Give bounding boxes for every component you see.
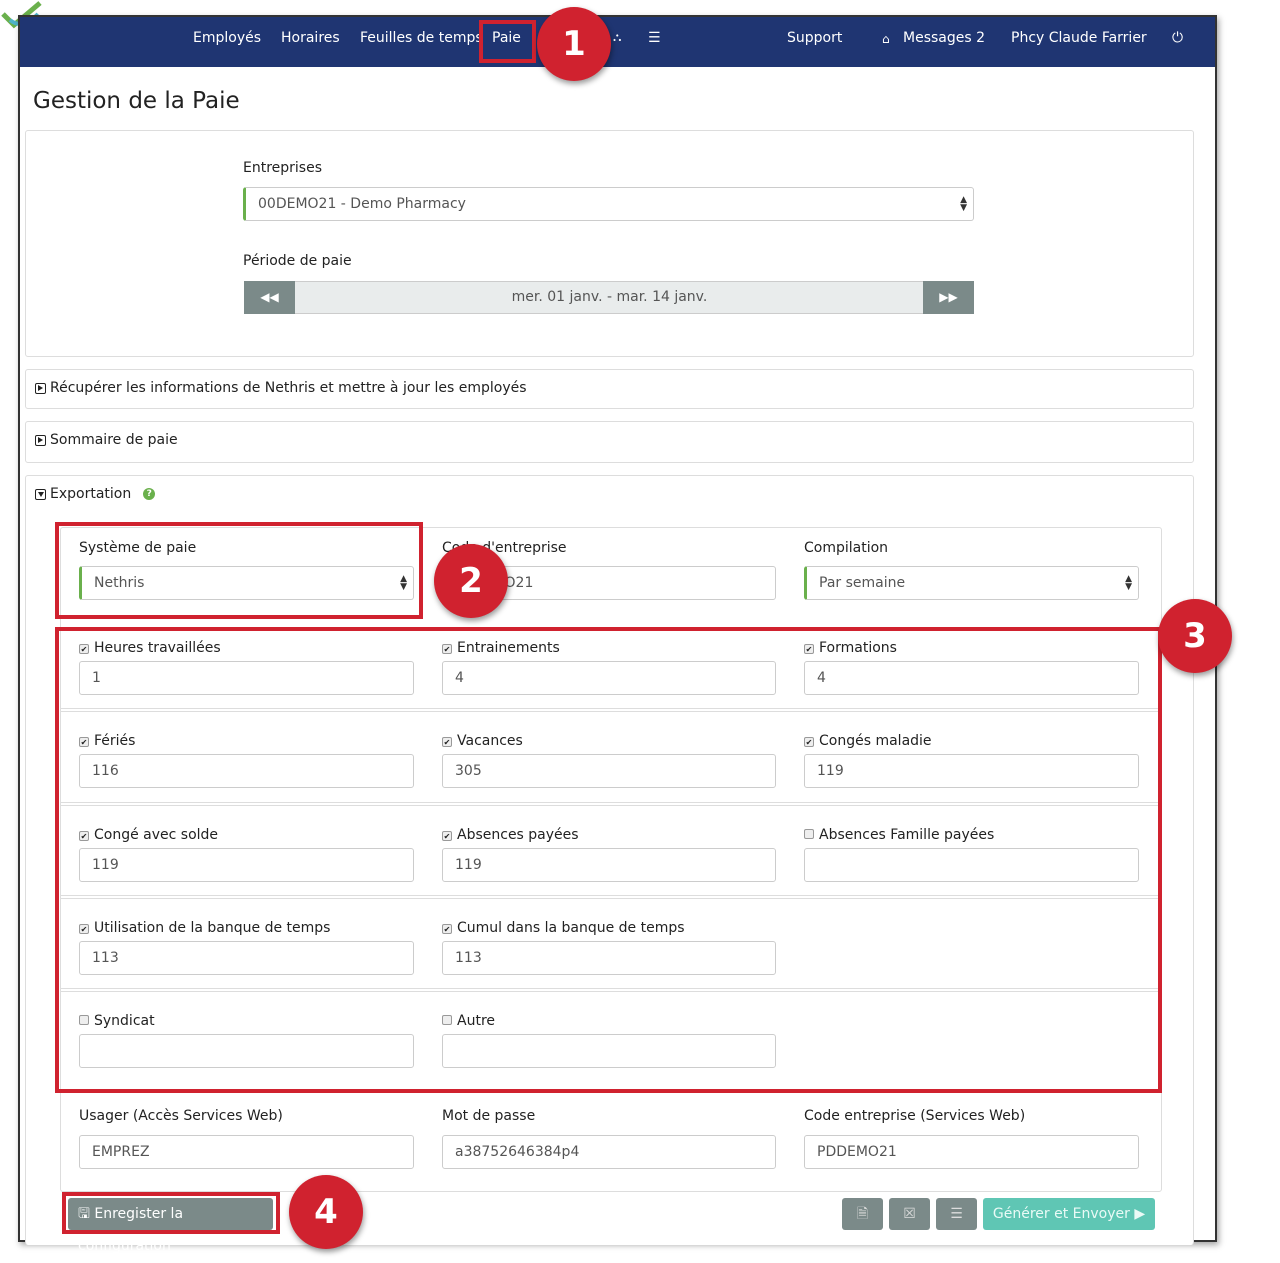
nav-employes[interactable]: Employés (193, 30, 261, 46)
company-select[interactable]: 00DEMO21 - Demo Pharmacy ▲ ▼ (243, 187, 974, 221)
step-badge-1: 1 (537, 7, 611, 81)
inbox-icon: ⌂ (882, 32, 890, 46)
ws-user-value: EMPREZ (92, 1144, 150, 1160)
ws-user-label: Usager (Accès Services Web) (79, 1108, 283, 1124)
ws-password-value: a38752646384p4 (455, 1144, 580, 1160)
nav-feuilles-de-temps[interactable]: Feuilles de temps (360, 30, 483, 46)
summary-accordion-header[interactable]: Sommaire de paie (35, 432, 178, 448)
list-icon[interactable]: ☰ (648, 30, 661, 46)
export-text-button[interactable]: ☰ (936, 1198, 977, 1230)
period-value: mer. 01 janv. - mar. 14 janv. (511, 289, 708, 305)
fetch-accordion-header[interactable]: Récupérer les informations de Nethris et… (35, 380, 527, 396)
step-badge-4: 4 (289, 1175, 363, 1249)
period-label: Période de paie (243, 253, 352, 269)
pdf-file-icon: 🗎 (856, 1206, 869, 1222)
summary-accordion[interactable] (25, 421, 1194, 463)
generate-send-button[interactable]: Générer et Envoyer ▶ (983, 1198, 1155, 1230)
filters-panel (25, 130, 1194, 357)
ws-code-input[interactable]: PDDEMO21 (804, 1135, 1139, 1169)
export-excel-button[interactable]: ☒ (889, 1198, 930, 1230)
ws-code-label: Code entreprise (Services Web) (804, 1108, 1026, 1124)
previous-period-button[interactable]: ◀◀ (244, 281, 295, 314)
highlight-export-fields (55, 627, 1162, 1093)
export-pdf-button[interactable]: 🗎 (842, 1198, 883, 1230)
highlight-paie (479, 20, 536, 63)
nav-user[interactable]: Phcy Claude Farrier (1011, 30, 1147, 46)
nav-support[interactable]: Support (787, 30, 842, 46)
text-file-icon: ☰ (950, 1206, 963, 1222)
help-icon[interactable]: ? (143, 488, 156, 500)
ws-code-value: PDDEMO21 (817, 1144, 897, 1160)
expand-icon (35, 382, 46, 394)
select-arrows-icon: ▲ ▼ (960, 195, 967, 213)
compilation-label: Compilation (804, 540, 889, 556)
highlight-payroll-system (55, 522, 423, 619)
ws-password-label: Mot de passe (442, 1108, 536, 1124)
compilation-value: Par semaine (819, 575, 906, 591)
highlight-save (62, 1192, 280, 1234)
step-badge-2: 2 (434, 544, 508, 618)
fetch-accordion-title: Récupérer les informations de Nethris et… (50, 380, 527, 396)
next-period-button[interactable]: ▶▶ (923, 281, 974, 314)
page-title: Gestion de la Paie (33, 88, 240, 114)
ws-user-input[interactable]: EMPREZ (79, 1135, 414, 1169)
step-badge-3: 3 (1158, 599, 1232, 673)
select-arrows-icon: ▲ ▼ (1125, 574, 1132, 592)
nav-horaires[interactable]: Horaires (281, 30, 340, 46)
expand-icon (35, 434, 46, 446)
export-accordion-title: Exportation (50, 486, 132, 502)
org-chart-icon[interactable]: ⛬ (613, 30, 621, 45)
company-label: Entreprises (243, 160, 323, 176)
ws-password-input[interactable]: a38752646384p4 (442, 1135, 776, 1169)
power-icon[interactable]: ⏻ (1172, 30, 1183, 46)
nav-messages[interactable]: Messages 2 (903, 30, 985, 46)
summary-accordion-title: Sommaire de paie (50, 432, 178, 448)
compilation-select[interactable]: Par semaine ▲ ▼ (804, 566, 1139, 600)
excel-file-icon: ☒ (903, 1206, 916, 1222)
collapse-icon (35, 488, 46, 500)
company-value: 00DEMO21 - Demo Pharmacy (258, 196, 466, 212)
export-accordion-header[interactable]: Exportation? (35, 486, 156, 502)
